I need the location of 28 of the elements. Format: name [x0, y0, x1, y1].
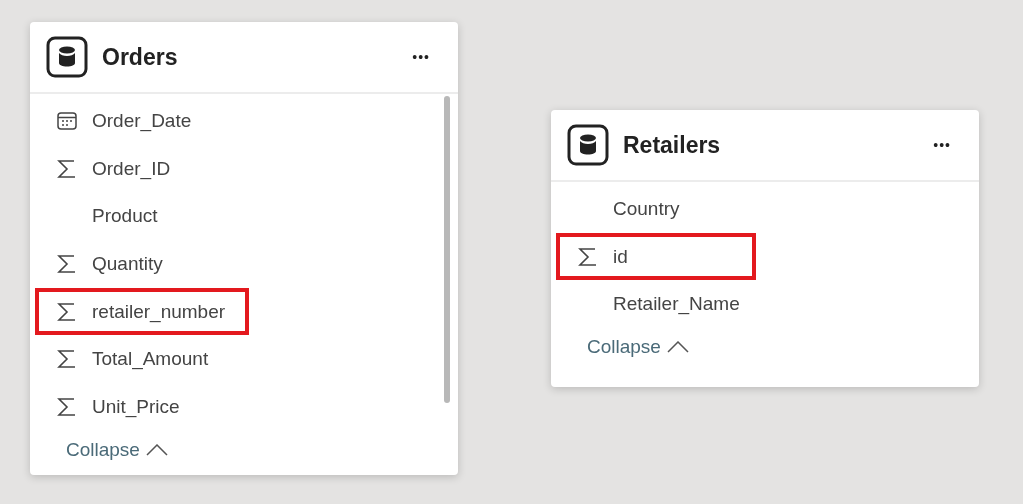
sigma-icon: [56, 157, 78, 180]
scrollbar[interactable]: [444, 96, 450, 403]
field-item[interactable]: Country: [556, 185, 756, 233]
sigma-icon: [56, 395, 78, 418]
field-item[interactable]: Quantity: [35, 240, 235, 288]
field-item[interactable]: Total_Amount: [35, 335, 235, 384]
more-options-button[interactable]: •••: [929, 133, 955, 157]
chevron-up-icon: [145, 443, 168, 456]
database-icon: [46, 36, 88, 78]
field-item[interactable]: id: [556, 232, 756, 281]
field-item[interactable]: Unit_Price: [35, 383, 235, 431]
calendar-icon: [56, 109, 78, 132]
field-item[interactable]: Order_Date: [35, 97, 235, 145]
collapse-button[interactable]: Collapse: [66, 438, 168, 461]
collapse-button[interactable]: Collapse: [587, 336, 689, 359]
more-options-button[interactable]: •••: [408, 45, 434, 69]
database-icon: [567, 124, 609, 166]
field-item[interactable]: retailer_number: [35, 287, 250, 336]
sigma-icon: [56, 348, 78, 371]
sigma-icon: [56, 252, 78, 275]
table-title: Retailers: [623, 131, 722, 159]
sigma-icon: [577, 245, 599, 268]
table-title: Orders: [102, 43, 179, 71]
chevron-up-icon: [666, 341, 689, 354]
field-item[interactable]: Product: [35, 192, 235, 241]
sigma-icon: [56, 300, 78, 323]
field-item[interactable]: Order_ID: [35, 144, 235, 193]
field-item[interactable]: Retailer_Name: [556, 280, 764, 329]
